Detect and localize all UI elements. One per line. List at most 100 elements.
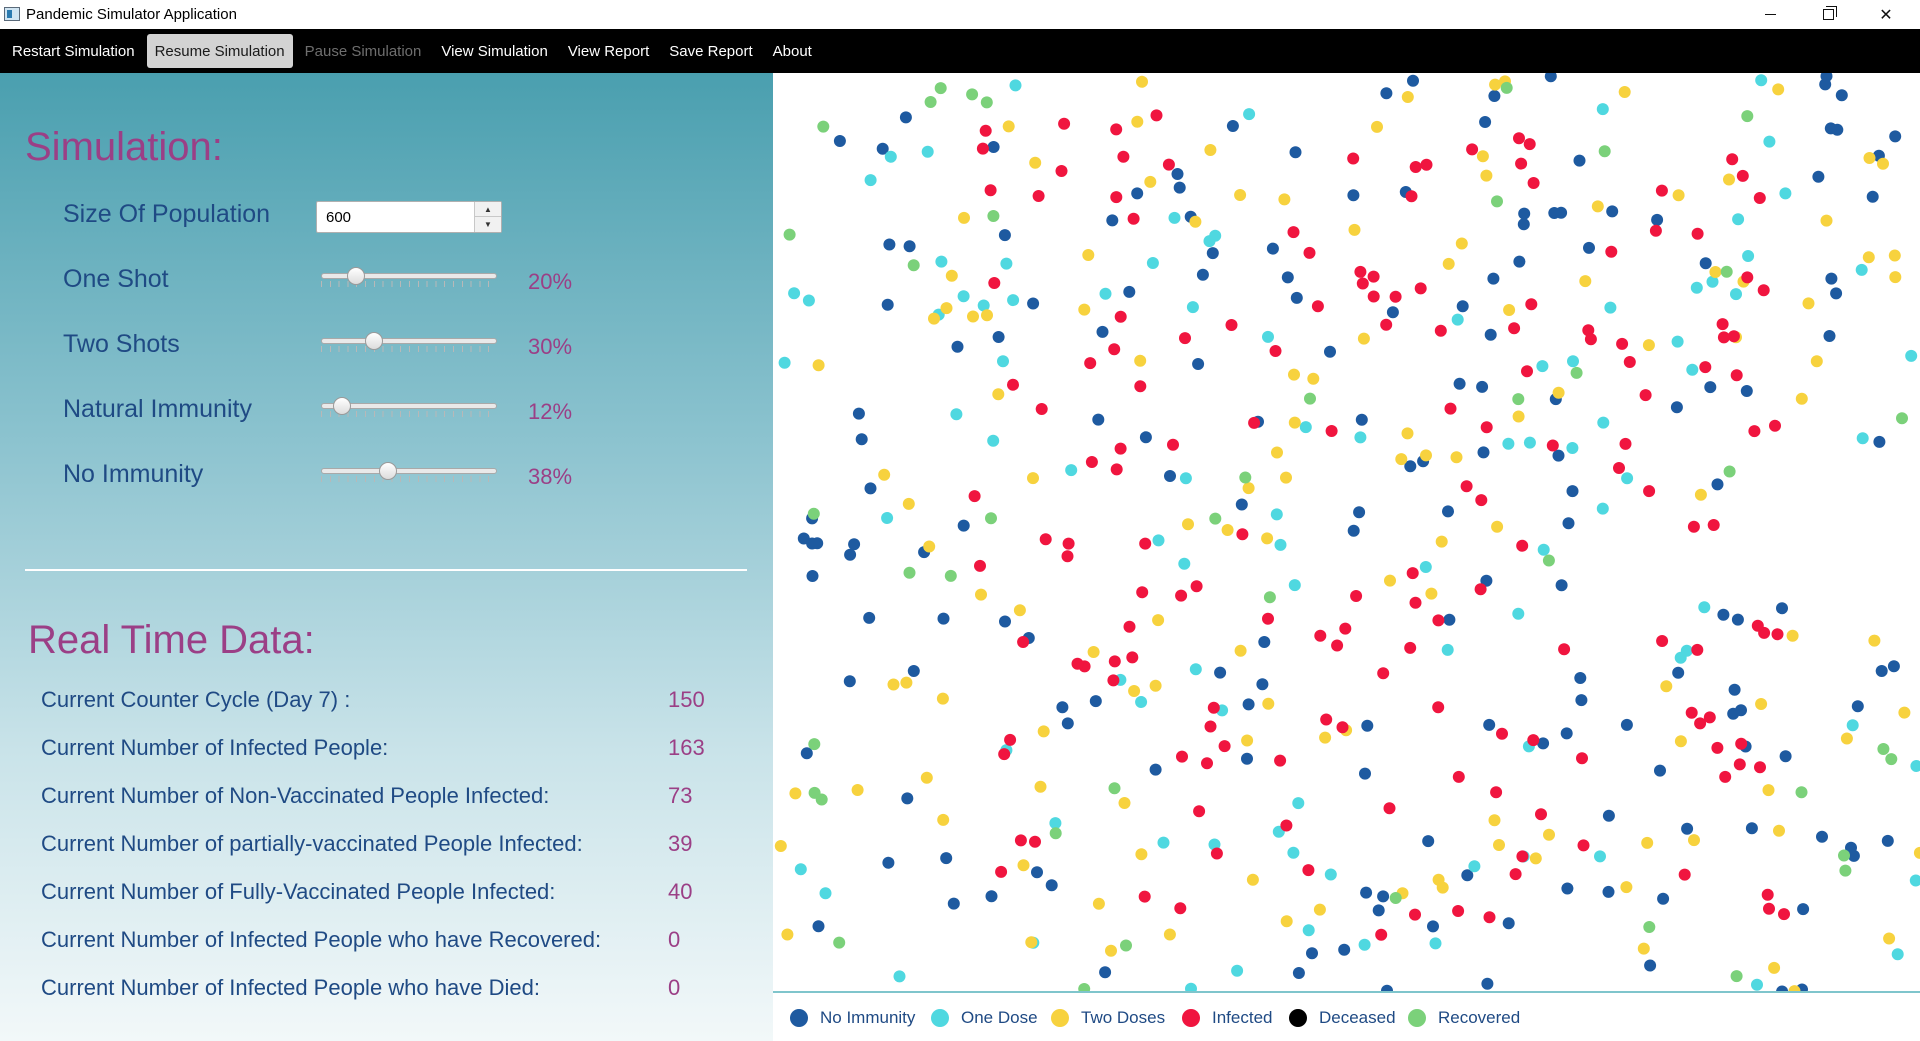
person-dot-infected bbox=[1757, 284, 1770, 297]
legend-dot bbox=[1289, 1009, 1307, 1027]
person-dot-infected bbox=[988, 277, 1001, 289]
person-dot-one-dose bbox=[1186, 301, 1199, 314]
person-dot-one-dose bbox=[1567, 355, 1579, 368]
person-dot-two-doses bbox=[1877, 157, 1889, 170]
person-dot-infected bbox=[1367, 270, 1380, 283]
person-dot-no-immunity bbox=[1289, 146, 1302, 159]
person-dot-no-immunity bbox=[1574, 672, 1587, 684]
two-shots-slider[interactable] bbox=[321, 332, 497, 356]
person-dot-no-immunity bbox=[1453, 377, 1466, 390]
person-dot-no-immunity bbox=[1552, 449, 1565, 462]
no-immunity-slider[interactable] bbox=[321, 462, 497, 486]
person-dot-infected bbox=[998, 748, 1011, 761]
menu-view-report[interactable]: View Report bbox=[560, 34, 657, 68]
person-dot-two-doses bbox=[1620, 881, 1633, 894]
person-dot-infected bbox=[1303, 246, 1316, 259]
spinner-buttons: ▲ ▼ bbox=[474, 202, 501, 232]
person-dot-no-immunity bbox=[1171, 168, 1184, 180]
person-dot-infected bbox=[1325, 425, 1338, 437]
person-dot-two-doses bbox=[1288, 416, 1301, 429]
recovered-count-value: 0 bbox=[668, 927, 681, 952]
person-dot-two-doses bbox=[1480, 169, 1493, 182]
person-dot-one-dose bbox=[1299, 421, 1312, 434]
person-dot-two-doses bbox=[1395, 453, 1408, 466]
person-dot-two-doses bbox=[1591, 200, 1604, 213]
person-dot-two-doses bbox=[1037, 725, 1050, 738]
decrement-button[interactable]: ▼ bbox=[475, 217, 501, 232]
person-dot-one-dose bbox=[1686, 363, 1699, 376]
person-dot-two-doses bbox=[1357, 332, 1370, 345]
person-dot-infected bbox=[1062, 537, 1075, 550]
person-dot-no-immunity bbox=[1479, 116, 1492, 128]
person-dot-no-immunity bbox=[811, 537, 824, 550]
person-dot-no-immunity bbox=[1242, 698, 1255, 711]
person-dot-no-immunity bbox=[1824, 122, 1837, 135]
person-dot-no-immunity bbox=[903, 240, 916, 253]
slider-ticks bbox=[321, 281, 497, 287]
person-dot-no-immunity bbox=[1606, 205, 1619, 218]
person-dot-infected bbox=[974, 559, 986, 572]
person-dot-infected bbox=[1262, 612, 1274, 625]
person-dot-no-immunity bbox=[812, 920, 825, 933]
person-dot-one-dose bbox=[1846, 719, 1859, 732]
minimize-button[interactable] bbox=[1741, 0, 1799, 29]
person-dot-no-immunity bbox=[957, 519, 970, 532]
menu-save-report[interactable]: Save Report bbox=[661, 34, 760, 68]
person-dot-infected bbox=[1619, 437, 1632, 450]
recovered-count-label: Current Number of Infected People who ha… bbox=[41, 927, 602, 952]
person-dot-one-dose bbox=[1751, 978, 1763, 991]
menu-resume-simulation[interactable]: Resume Simulation bbox=[146, 34, 293, 68]
person-dot-no-immunity bbox=[987, 141, 1000, 153]
population-size-input[interactable]: 600 bbox=[326, 209, 351, 226]
person-dot-no-immunity bbox=[1517, 218, 1530, 231]
one-shot-slider[interactable] bbox=[321, 267, 497, 291]
person-dot-no-immunity bbox=[1728, 683, 1741, 696]
person-dot-two-doses bbox=[1029, 156, 1042, 169]
person-dot-infected bbox=[1179, 332, 1191, 345]
maximize-button[interactable] bbox=[1799, 0, 1857, 29]
slider-thumb[interactable] bbox=[378, 462, 397, 480]
person-dot-recovered bbox=[1877, 743, 1890, 755]
person-dot-infected bbox=[1138, 890, 1151, 903]
person-dot-two-doses bbox=[1768, 961, 1781, 974]
population-size-spinner[interactable]: 600 ▲ ▼ bbox=[316, 201, 502, 233]
person-dot-recovered bbox=[903, 566, 916, 579]
person-dot-one-dose bbox=[935, 255, 948, 268]
person-dot-infected bbox=[1175, 589, 1188, 602]
person-dot-infected bbox=[1274, 754, 1287, 767]
person-dot-no-immunity bbox=[1573, 154, 1586, 167]
close-button[interactable]: ✕ bbox=[1857, 0, 1915, 29]
menu-view-simulation[interactable]: View Simulation bbox=[433, 34, 555, 68]
increment-button[interactable]: ▲ bbox=[475, 202, 501, 217]
person-dot-no-immunity bbox=[1192, 358, 1205, 370]
natural-immunity-slider[interactable] bbox=[321, 397, 497, 421]
person-dot-infected bbox=[1649, 224, 1662, 237]
person-dot-one-dose bbox=[1302, 924, 1315, 937]
person-dot-infected bbox=[1753, 192, 1766, 204]
legend: No Immunity One Dose Two Doses Infected … bbox=[773, 995, 1920, 1041]
person-dot-one-dose bbox=[921, 145, 934, 158]
person-dot-two-doses bbox=[1128, 685, 1141, 697]
person-dot-infected bbox=[1134, 380, 1147, 393]
legend-infected: Infected bbox=[1182, 1007, 1273, 1029]
person-dot-two-doses bbox=[1637, 942, 1650, 955]
person-dot-no-immunity bbox=[1324, 345, 1336, 358]
menu-restart-simulation[interactable]: Restart Simulation bbox=[4, 34, 143, 68]
person-dot-no-immunity bbox=[1544, 73, 1557, 83]
slider-thumb[interactable] bbox=[333, 397, 352, 415]
person-dot-infected bbox=[1558, 643, 1571, 656]
person-dot-recovered bbox=[807, 507, 820, 520]
person-dot-infected bbox=[1107, 674, 1120, 687]
person-dot-infected bbox=[1117, 150, 1130, 163]
person-dot-infected bbox=[1058, 117, 1071, 130]
person-dot-recovered bbox=[1239, 471, 1252, 484]
person-dot-infected bbox=[1474, 583, 1487, 596]
person-dot-one-dose bbox=[1274, 538, 1287, 551]
person-dot-two-doses bbox=[1131, 115, 1144, 128]
person-dot-infected bbox=[1218, 740, 1231, 753]
menu-about[interactable]: About bbox=[765, 34, 820, 68]
slider-thumb[interactable] bbox=[364, 332, 383, 350]
person-dot-two-doses bbox=[1307, 372, 1320, 385]
partially-vaccinated-infected-value: 39 bbox=[668, 831, 693, 856]
realtime-title: Real Time Data: bbox=[28, 618, 315, 662]
